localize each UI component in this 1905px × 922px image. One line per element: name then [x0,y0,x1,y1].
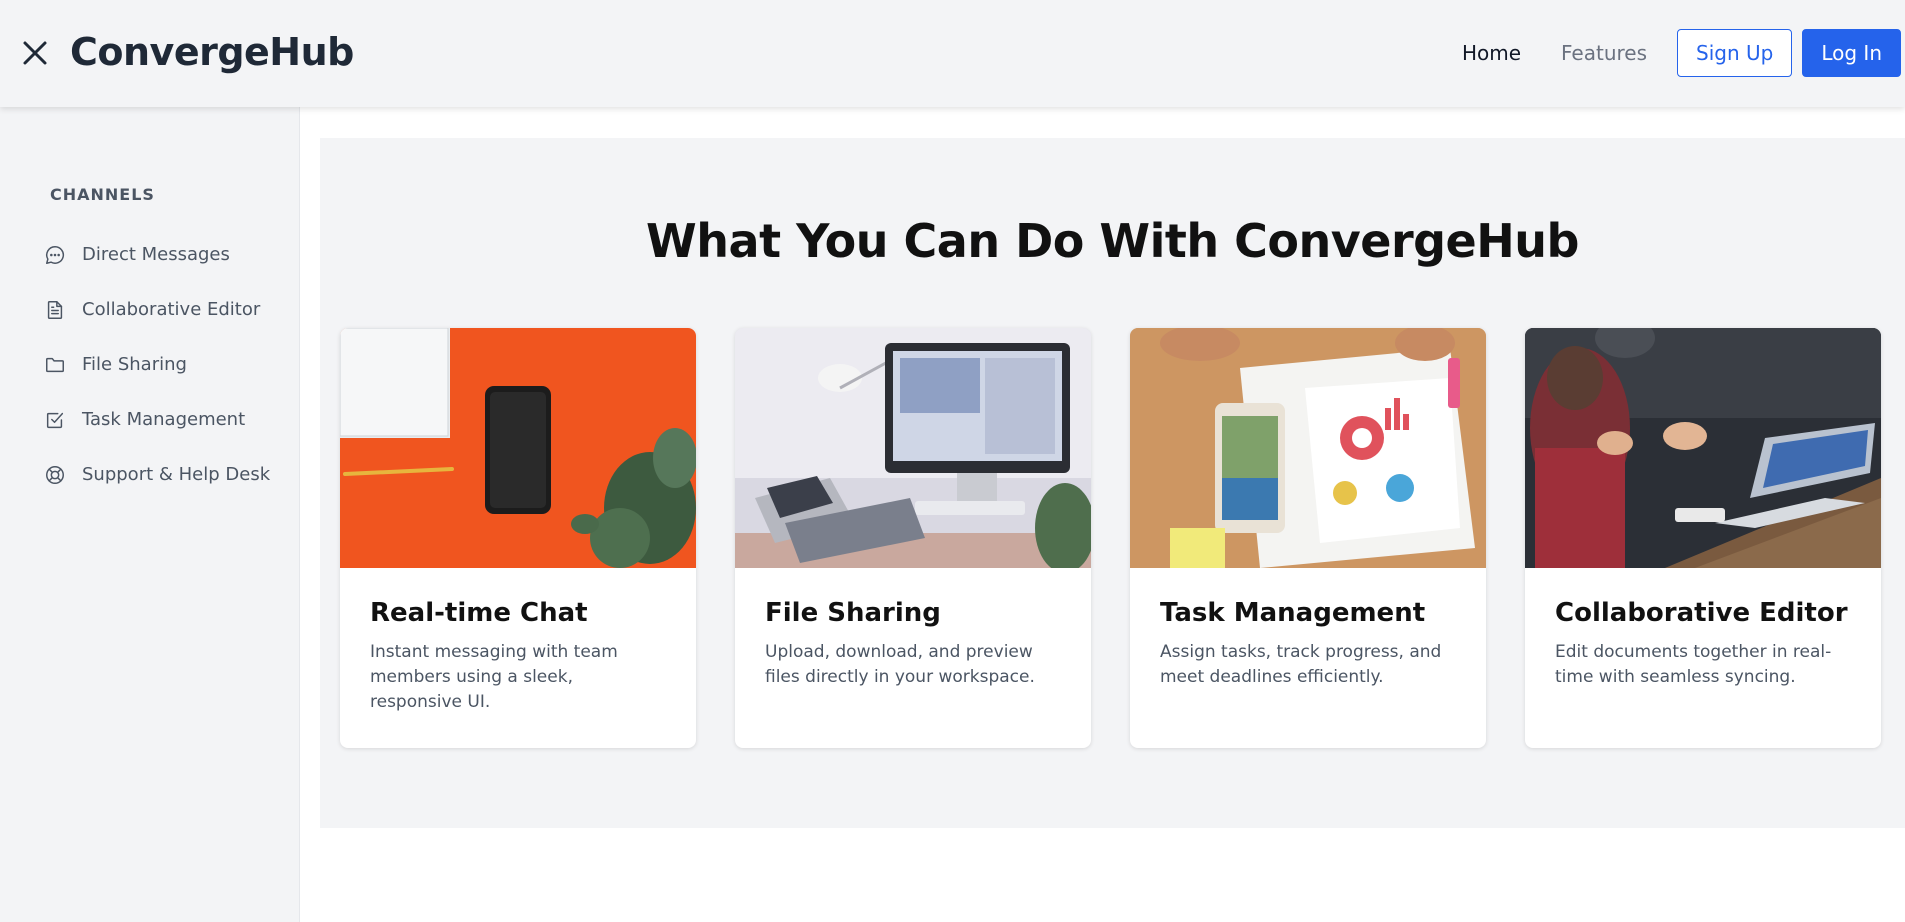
brand-logo[interactable]: ConvergeHub [70,30,354,74]
folder-icon [46,357,64,372]
sidebar-item-task-management[interactable]: Task Management [44,392,270,447]
card-title: Collaborative Editor [1555,598,1848,628]
top-nav: Home Features Sign Up Log In [1442,29,1901,77]
lifebuoy-icon [46,465,64,484]
card-description: Assign tasks, track progress, and meet d… [1160,642,1442,687]
card-title: Real-time Chat [370,598,588,628]
document-icon [47,300,63,319]
sidebar-item-direct-messages[interactable]: Direct Messages [44,227,270,282]
sidebar-item-label: Support & Help Desk [82,464,271,485]
card-image-charts-table [1130,328,1486,568]
nav-features-link[interactable]: Features [1541,41,1667,65]
feature-cards: Real-time Chat Instant messaging with te… [340,328,1881,748]
sign-up-button[interactable]: Sign Up [1677,29,1793,77]
card-title: Task Management [1160,598,1426,628]
sidebar: CHANNELS Direct Messages Collaborative E… [0,107,300,922]
top-header: ConvergeHub Home Features Sign Up Log In [0,0,1905,107]
feature-card-real-time-chat[interactable]: Real-time Chat Instant messaging with te… [340,328,696,748]
sidebar-item-label: Collaborative Editor [82,299,261,320]
feature-card-task-management[interactable]: Task Management Assign tasks, track prog… [1130,328,1486,748]
section-title: What You Can Do With ConvergeHub [646,214,1579,268]
card-description: Upload, download, and preview files dire… [765,642,1035,687]
log-in-button[interactable]: Log In [1802,29,1901,77]
sidebar-item-file-sharing[interactable]: File Sharing [44,337,270,392]
chat-bubble-icon [46,245,65,264]
card-image-phone-desk [340,328,696,568]
card-image-meeting-laptop [1525,328,1881,568]
channel-list: Direct Messages Collaborative Editor Fil… [44,227,270,502]
features-section: What You Can Do With ConvergeHub Real-ti… [320,138,1905,828]
card-description: Instant messaging with team members usin… [370,642,618,712]
sidebar-item-support-help-desk[interactable]: Support & Help Desk [44,447,270,502]
sidebar-item-collaborative-editor[interactable]: Collaborative Editor [44,282,270,337]
sidebar-heading: CHANNELS [50,185,155,204]
feature-card-collaborative-editor[interactable]: Collaborative Editor Edit documents toge… [1525,328,1881,748]
sidebar-item-label: Direct Messages [82,244,230,265]
card-title: File Sharing [765,598,941,628]
close-icon[interactable] [20,38,50,68]
checkbox-icon [46,412,64,428]
feature-card-file-sharing[interactable]: File Sharing Upload, download, and previ… [735,328,1091,748]
sidebar-item-label: Task Management [82,409,246,430]
card-description: Edit documents together in real-time wit… [1555,642,1832,687]
card-image-computer-desk [735,328,1091,568]
sidebar-item-label: File Sharing [82,354,187,375]
nav-home-link[interactable]: Home [1442,41,1541,65]
